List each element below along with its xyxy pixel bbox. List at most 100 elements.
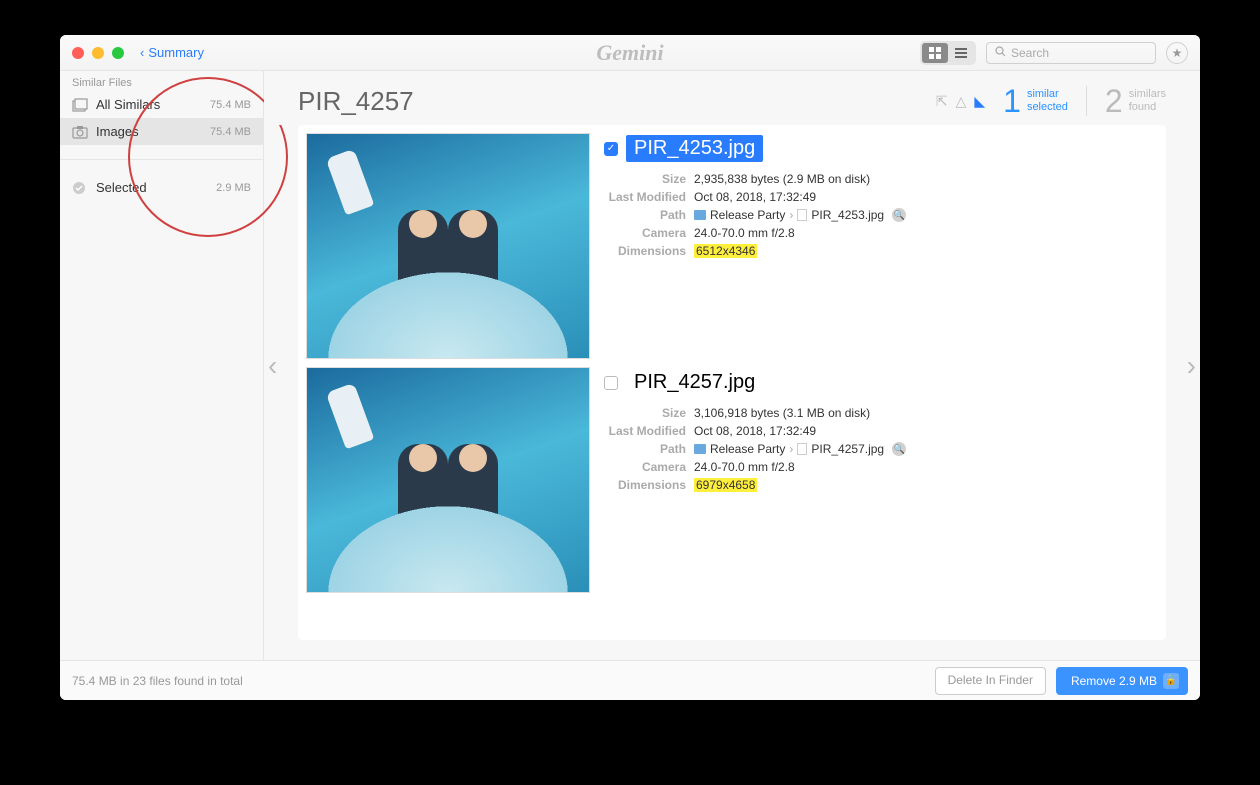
meta-label-camera: Camera bbox=[604, 226, 686, 240]
meta-label-dimensions: Dimensions bbox=[604, 244, 686, 258]
meta-value-dimensions: 6979x4658 bbox=[694, 478, 1158, 492]
list-view-button[interactable] bbox=[948, 43, 974, 63]
sidebar-header: Similar Files bbox=[60, 71, 263, 91]
chevron-right-icon: › bbox=[789, 208, 793, 222]
meta-label-path: Path bbox=[604, 442, 686, 456]
sidebar-item-size: 2.9 MB bbox=[216, 182, 251, 194]
sidebar-item-size: 75.4 MB bbox=[210, 126, 251, 138]
selected-count-num: 1 bbox=[1003, 85, 1021, 117]
favorites-button[interactable]: ★ bbox=[1166, 42, 1188, 64]
lock-icon: 🔒 bbox=[1163, 673, 1179, 689]
main-panel: PIR_4257 ⇱ △ ◣ 1 similar selected bbox=[264, 71, 1200, 660]
path-file[interactable]: PIR_4253.jpg bbox=[811, 208, 884, 222]
list-icon bbox=[955, 48, 967, 58]
check-circle-icon bbox=[72, 181, 88, 195]
app-brand: Gemini bbox=[596, 40, 663, 66]
meta-value-camera: 24.0-70.0 mm f/2.8 bbox=[694, 226, 1158, 240]
file-name-row: ✓ PIR_4253.jpg bbox=[604, 135, 1158, 162]
sort-name-button[interactable]: ⇱ bbox=[936, 93, 948, 110]
meta-label-modified: Last Modified bbox=[604, 190, 686, 204]
footer-buttons: Delete In Finder Remove 2.9 MB 🔒 bbox=[935, 667, 1188, 695]
found-count-l2: found bbox=[1129, 101, 1166, 114]
path-folder[interactable]: Release Party bbox=[710, 442, 785, 456]
meta-label-modified: Last Modified bbox=[604, 424, 686, 438]
reveal-in-finder-button[interactable]: 🔍 bbox=[892, 442, 906, 456]
file-thumbnail[interactable] bbox=[306, 133, 590, 359]
sidebar-item-size: 75.4 MB bbox=[210, 99, 251, 111]
app-window: ‹ Summary Gemini Search ★ bbox=[60, 35, 1200, 700]
file-meta: ✓ PIR_4253.jpg Size 2,935,838 bytes (2.9… bbox=[604, 133, 1158, 359]
file-icon bbox=[797, 443, 807, 455]
search-icon bbox=[995, 46, 1006, 60]
sidebar-item-selected[interactable]: Selected 2.9 MB bbox=[60, 174, 263, 201]
close-window-button[interactable] bbox=[72, 47, 84, 59]
detail-tools: ⇱ △ ◣ 1 similar selected 2 bbox=[936, 85, 1166, 117]
delete-in-finder-button[interactable]: Delete In Finder bbox=[935, 667, 1046, 695]
footer-summary: 75.4 MB in 23 files found in total bbox=[72, 674, 243, 688]
sidebar-item-images[interactable]: Images 75.4 MB bbox=[60, 118, 263, 145]
found-count-num: 2 bbox=[1105, 85, 1123, 117]
file-name-row: PIR_4257.jpg bbox=[604, 369, 1158, 396]
folder-icon bbox=[694, 210, 706, 220]
remove-button-label: Remove 2.9 MB bbox=[1071, 674, 1157, 688]
traffic-lights bbox=[72, 47, 124, 59]
prev-group-button[interactable]: ‹ bbox=[268, 350, 277, 382]
toolbar-right: Search ★ bbox=[920, 41, 1188, 65]
sidebar-item-label: Images bbox=[96, 124, 139, 139]
grid-view-button[interactable] bbox=[922, 43, 948, 63]
meta-value-size: 3,106,918 bytes (3.1 MB on disk) bbox=[694, 406, 1158, 420]
remove-button[interactable]: Remove 2.9 MB 🔒 bbox=[1056, 667, 1188, 695]
path-folder[interactable]: Release Party bbox=[710, 208, 785, 222]
titlebar: ‹ Summary Gemini Search ★ bbox=[60, 35, 1200, 71]
selected-count-l1: similar bbox=[1027, 88, 1068, 101]
meta-value-dimensions: 6512x4346 bbox=[694, 244, 1158, 258]
meta-value-modified: Oct 08, 2018, 17:32:49 bbox=[694, 190, 1158, 204]
sidebar-item-label: Selected bbox=[96, 180, 147, 195]
selected-count: 1 similar selected bbox=[1003, 85, 1068, 117]
selected-count-l2: selected bbox=[1027, 101, 1068, 114]
back-to-summary-button[interactable]: ‹ Summary bbox=[140, 45, 204, 60]
detail-header: PIR_4257 ⇱ △ ◣ 1 similar selected bbox=[264, 71, 1200, 125]
meta-value-path: Release Party › PIR_4253.jpg 🔍 bbox=[694, 208, 1158, 222]
file-thumbnail[interactable] bbox=[306, 367, 590, 593]
star-icon: ★ bbox=[1172, 46, 1183, 60]
footer: 75.4 MB in 23 files found in total Delet… bbox=[60, 660, 1200, 700]
file-meta: PIR_4257.jpg Size 3,106,918 bytes (3.1 M… bbox=[604, 367, 1158, 593]
chevron-left-icon: ‹ bbox=[140, 45, 144, 60]
camera-icon bbox=[72, 125, 88, 139]
search-input[interactable]: Search bbox=[986, 42, 1156, 64]
sort-dimensions-button[interactable]: ◣ bbox=[974, 93, 985, 110]
meta-value-size: 2,935,838 bytes (2.9 MB on disk) bbox=[694, 172, 1158, 186]
body: Similar Files All Similars 75.4 MB Image… bbox=[60, 71, 1200, 660]
detail-title: PIR_4257 bbox=[298, 86, 414, 117]
detail-content: ✓ PIR_4253.jpg Size 2,935,838 bytes (2.9… bbox=[298, 125, 1166, 640]
sidebar: Similar Files All Similars 75.4 MB Image… bbox=[60, 71, 264, 660]
meta-label-size: Size bbox=[604, 406, 686, 420]
meta-label-dimensions: Dimensions bbox=[604, 478, 686, 492]
meta-value-modified: Oct 08, 2018, 17:32:49 bbox=[694, 424, 1158, 438]
sort-size-button[interactable]: △ bbox=[956, 93, 967, 110]
sidebar-item-all-similars[interactable]: All Similars 75.4 MB bbox=[60, 91, 263, 118]
sidebar-divider bbox=[60, 159, 263, 160]
back-label: Summary bbox=[148, 45, 204, 60]
meta-value-path: Release Party › PIR_4257.jpg 🔍 bbox=[694, 442, 1158, 456]
view-toggle bbox=[920, 41, 976, 65]
grid-icon bbox=[929, 47, 941, 59]
reveal-in-finder-button[interactable]: 🔍 bbox=[892, 208, 906, 222]
meta-table: Size 2,935,838 bytes (2.9 MB on disk) La… bbox=[604, 172, 1158, 258]
minimize-window-button[interactable] bbox=[92, 47, 104, 59]
count-divider bbox=[1086, 86, 1087, 116]
file-row: ✓ PIR_4253.jpg Size 2,935,838 bytes (2.9… bbox=[306, 133, 1158, 359]
search-placeholder: Search bbox=[1011, 46, 1049, 60]
file-select-checkbox[interactable] bbox=[604, 376, 618, 390]
file-select-checkbox[interactable]: ✓ bbox=[604, 142, 618, 156]
found-count-l1: similars bbox=[1129, 88, 1166, 101]
sidebar-item-label: All Similars bbox=[96, 97, 160, 112]
file-name[interactable]: PIR_4253.jpg bbox=[626, 135, 763, 162]
file-name[interactable]: PIR_4257.jpg bbox=[626, 369, 763, 396]
folder-icon bbox=[694, 444, 706, 454]
sort-tools: ⇱ △ ◣ bbox=[936, 93, 985, 110]
path-file[interactable]: PIR_4257.jpg bbox=[811, 442, 884, 456]
zoom-window-button[interactable] bbox=[112, 47, 124, 59]
next-group-button[interactable]: › bbox=[1187, 350, 1196, 382]
